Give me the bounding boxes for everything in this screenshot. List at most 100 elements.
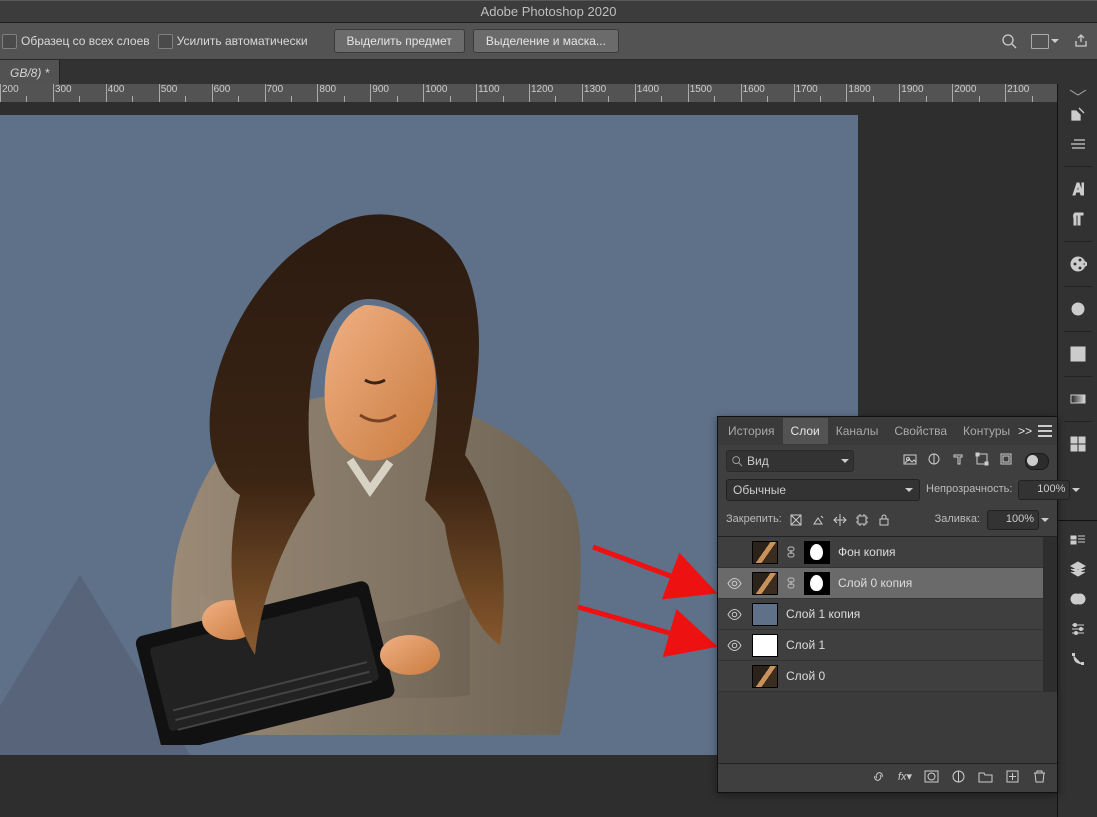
learn-icon[interactable] <box>1064 525 1092 553</box>
select-subject-button[interactable]: Выделить предмет <box>334 29 465 53</box>
auto-enhance-checkbox[interactable]: Усилить автоматически <box>158 34 308 49</box>
sample-all-layers-checkbox[interactable]: Образец со всех слоев <box>2 34 150 49</box>
auto-enhance-label: Усилить автоматически <box>177 34 308 48</box>
gradient-icon[interactable] <box>1064 385 1092 413</box>
character-icon[interactable] <box>1064 175 1092 203</box>
adjustments-icon[interactable] <box>1064 295 1092 323</box>
lock-position-icon[interactable] <box>833 513 848 528</box>
lock-label: Закрепить: <box>726 513 782 526</box>
document-arrange-dropdown[interactable] <box>1031 34 1059 49</box>
fill-label: Заливка: <box>935 513 980 526</box>
layer-thumbnail[interactable] <box>752 634 778 657</box>
layer-mask-thumbnail[interactable] <box>804 572 830 595</box>
filter-shape-icon[interactable] <box>975 452 989 469</box>
new-layer-icon[interactable] <box>1005 769 1020 787</box>
lock-transparency-icon[interactable] <box>789 513 804 528</box>
link-icon[interactable] <box>786 546 796 558</box>
opacity-input[interactable]: 100% <box>1018 480 1080 500</box>
layer-row[interactable]: Слой 1 копия <box>718 599 1057 630</box>
layer-row[interactable]: Слой 0 <box>718 661 1057 692</box>
layer-thumbnail[interactable] <box>752 665 778 688</box>
tab-paths[interactable]: Контуры <box>955 418 1018 444</box>
tab-layers[interactable]: Слои <box>783 418 828 444</box>
rect-icon <box>1031 34 1049 49</box>
layer-row[interactable]: Фон копия <box>718 537 1057 568</box>
layer-row[interactable]: Слой 1 <box>718 630 1057 661</box>
chevron-down-icon <box>1041 518 1049 526</box>
visibility-toggle[interactable] <box>724 607 744 622</box>
checkbox-icon <box>2 34 17 49</box>
channels-icon[interactable] <box>1064 585 1092 613</box>
layer-thumbnail[interactable] <box>752 603 778 626</box>
layer-row[interactable]: Слой 0 копия <box>718 568 1057 599</box>
collapse-panel-button[interactable]: >> <box>1018 424 1032 438</box>
checkbox-icon <box>158 34 173 49</box>
brushes-icon[interactable] <box>1064 100 1092 128</box>
layer-name[interactable]: Слой 1 <box>786 638 825 652</box>
blend-mode-label: Обычные <box>733 483 786 497</box>
document-tabs: GB/8) * <box>0 60 1097 87</box>
patterns-icon[interactable] <box>1064 430 1092 458</box>
panel-menu-icon[interactable] <box>1038 425 1052 437</box>
paths-icon[interactable] <box>1064 645 1092 673</box>
layer-style-icon[interactable]: fx▾ <box>898 771 912 784</box>
filter-kind-label: Вид <box>747 454 769 468</box>
layer-name[interactable]: Слой 0 копия <box>838 576 912 590</box>
tab-channels[interactable]: Каналы <box>828 418 887 444</box>
horizontal-ruler[interactable]: 2003004005006007008009001000110012001300… <box>0 84 1057 103</box>
properties-icon[interactable] <box>1064 615 1092 643</box>
grid-icon[interactable] <box>1064 340 1092 368</box>
app-title-bar: Adobe Photoshop 2020 <box>0 0 1097 23</box>
add-mask-icon[interactable] <box>924 769 939 787</box>
layers-panel[interactable]: История Слои Каналы Свойства Контуры >> … <box>717 416 1058 793</box>
brush-settings-icon[interactable] <box>1064 130 1092 158</box>
layer-filter-kind[interactable]: Вид <box>726 450 854 472</box>
opacity-label: Непрозрачность: <box>926 483 1012 496</box>
chevron-down-icon <box>1072 488 1080 496</box>
lock-image-icon[interactable] <box>811 513 826 528</box>
layers-stack-icon[interactable] <box>1064 555 1092 583</box>
chevron-down-icon <box>841 459 849 467</box>
search-icon[interactable] <box>1001 33 1017 49</box>
layer-mask-thumbnail[interactable] <box>804 541 830 564</box>
layer-name[interactable]: Слой 1 копия <box>786 607 860 621</box>
document-tab[interactable]: GB/8) * <box>0 60 60 86</box>
blend-opacity-row: Обычные Непрозрачность: 100% <box>718 477 1057 506</box>
swatches-icon[interactable] <box>1064 250 1092 278</box>
visibility-toggle[interactable] <box>724 638 744 653</box>
share-icon[interactable] <box>1073 33 1089 49</box>
filter-adjust-icon[interactable] <box>927 452 941 469</box>
filter-smart-icon[interactable] <box>999 452 1013 469</box>
filter-pixel-icon[interactable] <box>903 452 917 469</box>
filter-type-icon[interactable] <box>951 452 965 469</box>
app-title: Adobe Photoshop 2020 <box>481 4 617 20</box>
visibility-toggle[interactable] <box>724 545 744 560</box>
chevron-down-icon <box>1051 39 1059 47</box>
layer-filter-row: Вид <box>718 445 1057 477</box>
tab-properties[interactable]: Свойства <box>886 418 955 444</box>
tab-history[interactable]: История <box>720 418 783 444</box>
layers-panel-footer: fx▾ <box>718 763 1057 792</box>
sample-all-layers-label: Образец со всех слоев <box>21 34 150 48</box>
layer-thumbnail[interactable] <box>752 541 778 564</box>
adjustment-layer-icon[interactable] <box>951 769 966 787</box>
delete-layer-icon[interactable] <box>1032 769 1047 787</box>
layer-thumbnail[interactable] <box>752 572 778 595</box>
link-icon[interactable] <box>786 577 796 589</box>
select-and-mask-button[interactable]: Выделение и маска... <box>473 29 619 53</box>
collapse-panels-icon[interactable] <box>1058 88 1097 98</box>
layers-list[interactable]: Фон копия Слой 0 копия Слой 1 копия Слой 1 С… <box>718 536 1057 763</box>
blend-mode-select[interactable]: Обычные <box>726 479 920 501</box>
filter-toggle[interactable] <box>1025 453 1049 470</box>
lock-all-icon[interactable] <box>877 513 892 528</box>
paragraph-icon[interactable] <box>1064 205 1092 233</box>
visibility-toggle[interactable] <box>724 669 744 684</box>
layer-name[interactable]: Фон копия <box>838 545 896 559</box>
link-layers-icon[interactable] <box>871 769 886 787</box>
new-group-icon[interactable] <box>978 769 993 787</box>
chevron-down-icon <box>905 488 913 496</box>
layer-name[interactable]: Слой 0 <box>786 669 825 683</box>
visibility-toggle[interactable] <box>724 576 744 591</box>
fill-input[interactable]: 100% <box>987 510 1049 530</box>
lock-artboard-icon[interactable] <box>855 513 870 528</box>
